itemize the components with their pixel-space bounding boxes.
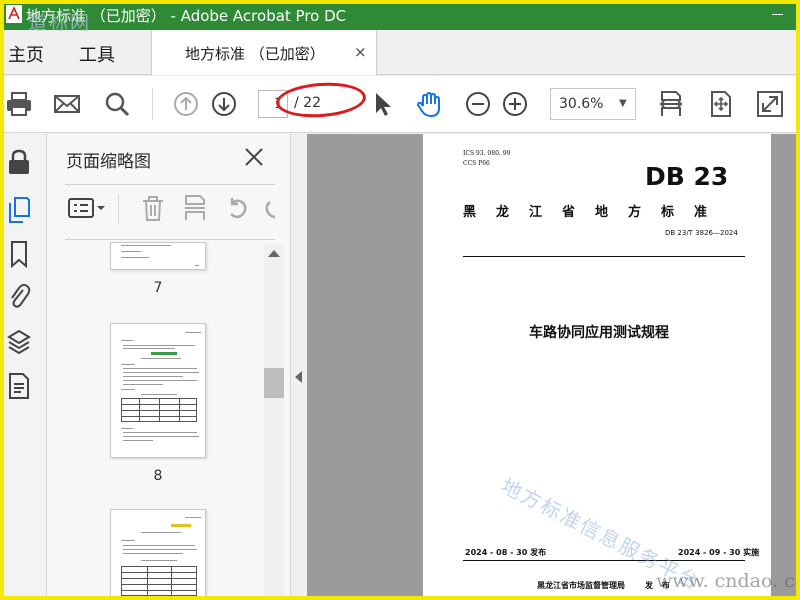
thumbnail-page-number: 7 <box>153 280 163 296</box>
select-cursor-icon[interactable] <box>368 90 396 118</box>
document-page: ICS 93. 080. 99 CCS P66 DB 23 黑龙江省地方标准 D… <box>423 134 771 600</box>
toolbar-separator <box>152 88 153 120</box>
email-icon[interactable] <box>53 90 81 118</box>
panel-divider <box>65 184 275 185</box>
thumbnail-page-8[interactable] <box>110 323 206 458</box>
tab-document[interactable]: 地方标准 （已加密） × <box>151 30 377 75</box>
active-indicator <box>0 194 3 228</box>
left-navigation-rail <box>0 134 47 600</box>
footer-rule <box>463 560 745 561</box>
extract-page-icon[interactable] <box>181 194 209 222</box>
hand-tool-icon[interactable] <box>415 90 443 118</box>
panel-title: 页面缩略图 <box>66 152 151 172</box>
title-bar: 地方标准 （已加密） - Adobe Acrobat Pro DC <box>0 0 800 30</box>
bookmark-icon[interactable] <box>7 240 31 269</box>
document-title: 车路协同应用测试规程 <box>529 325 669 341</box>
toolbar: 1 / 22 30.6% ▼ <box>0 76 800 133</box>
zoom-select[interactable]: 30.6% ▼ <box>550 88 636 120</box>
close-icon[interactable] <box>243 146 265 168</box>
minimize-button[interactable] <box>764 0 794 30</box>
ics-code: ICS 93. 080. 99 <box>463 150 511 157</box>
window-title: 地方标准 （已加密） - Adobe Acrobat Pro DC <box>26 7 347 25</box>
standard-type: 黑龙江省地方标准 <box>463 205 728 220</box>
page-thumbnails-icon[interactable] <box>7 196 31 224</box>
implement-date: 2024 - 09 - 30 实施 <box>678 548 760 557</box>
fit-page-icon[interactable] <box>707 90 735 118</box>
close-tab-button[interactable]: × <box>354 43 367 61</box>
rotate-counterclockwise-icon[interactable] <box>223 194 251 222</box>
chevron-down-icon: ▼ <box>619 98 627 109</box>
ccs-code: CCS P66 <box>463 160 490 167</box>
issuer: 黑龙江省市场监督管理局 <box>537 581 625 590</box>
thumbnail-page-number: 8 <box>153 468 163 484</box>
next-page-icon[interactable] <box>210 90 238 118</box>
issue-label: 发 布 <box>645 581 673 590</box>
tab-bar: 主页 工具 地方标准 （已加密） × <box>0 30 800 75</box>
acrobat-app-icon <box>6 5 22 23</box>
thumbnail-page-9[interactable] <box>110 509 206 600</box>
standard-code: DB 23/T 3826—2024 <box>665 229 738 237</box>
page-thumbnails-panel: 页面缩略图 7 8 <box>47 134 291 600</box>
print-icon[interactable] <box>5 90 33 118</box>
panel-separator <box>118 194 119 224</box>
delete-page-icon[interactable] <box>139 194 167 222</box>
layers-icon[interactable] <box>7 328 31 356</box>
thumbnails-scrollbar[interactable] <box>264 244 284 600</box>
zoom-in-icon[interactable] <box>501 90 529 118</box>
prev-page-icon[interactable] <box>172 90 200 118</box>
header-rule <box>463 256 745 257</box>
zoom-value: 30.6% <box>559 96 604 112</box>
standard-logo: DB 23 <box>645 162 729 191</box>
fullscreen-icon[interactable] <box>756 90 784 118</box>
panel-splitter[interactable] <box>291 134 307 600</box>
tab-tools[interactable]: 工具 <box>79 41 115 67</box>
search-icon[interactable] <box>103 90 131 118</box>
collapse-panel-icon[interactable] <box>295 371 302 383</box>
page-content-icon[interactable] <box>7 372 31 400</box>
document-tab-label: 地方标准 （已加密） <box>185 45 325 63</box>
thumbnail-options-icon[interactable] <box>67 194 107 222</box>
scrollbar-thumb[interactable] <box>264 368 284 398</box>
attachment-icon[interactable] <box>7 282 31 310</box>
document-view[interactable]: ICS 93. 080. 99 CCS P66 DB 23 黑龙江省地方标准 D… <box>307 134 800 600</box>
zoom-out-icon[interactable] <box>464 90 492 118</box>
scroll-up-icon[interactable] <box>268 250 280 257</box>
thumbnail-page-7[interactable] <box>110 242 206 270</box>
tab-home[interactable]: 主页 <box>8 41 44 67</box>
rotate-clockwise-icon[interactable] <box>261 194 275 222</box>
panel-divider <box>65 239 275 240</box>
lock-icon[interactable] <box>7 148 31 176</box>
fit-width-icon[interactable] <box>657 90 685 118</box>
publish-date: 2024 - 08 - 30 发布 <box>465 548 547 557</box>
